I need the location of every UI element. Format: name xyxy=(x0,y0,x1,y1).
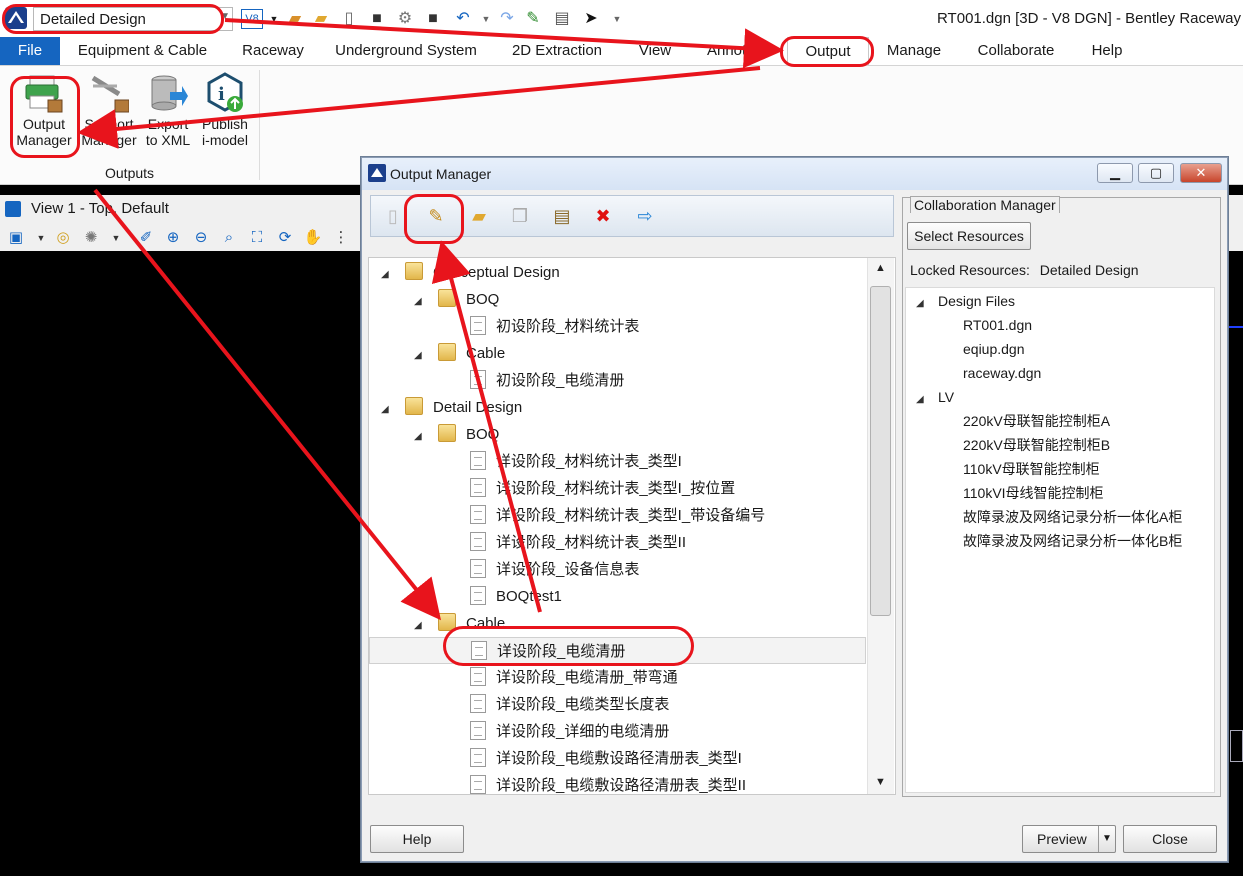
arrow-to-edit-button xyxy=(431,240,542,613)
arrow-to-output-manager xyxy=(77,66,761,149)
arrow-to-output-tab xyxy=(224,18,784,69)
arrow-to-cable-folder xyxy=(93,188,442,621)
annotation-arrows xyxy=(77,18,784,621)
